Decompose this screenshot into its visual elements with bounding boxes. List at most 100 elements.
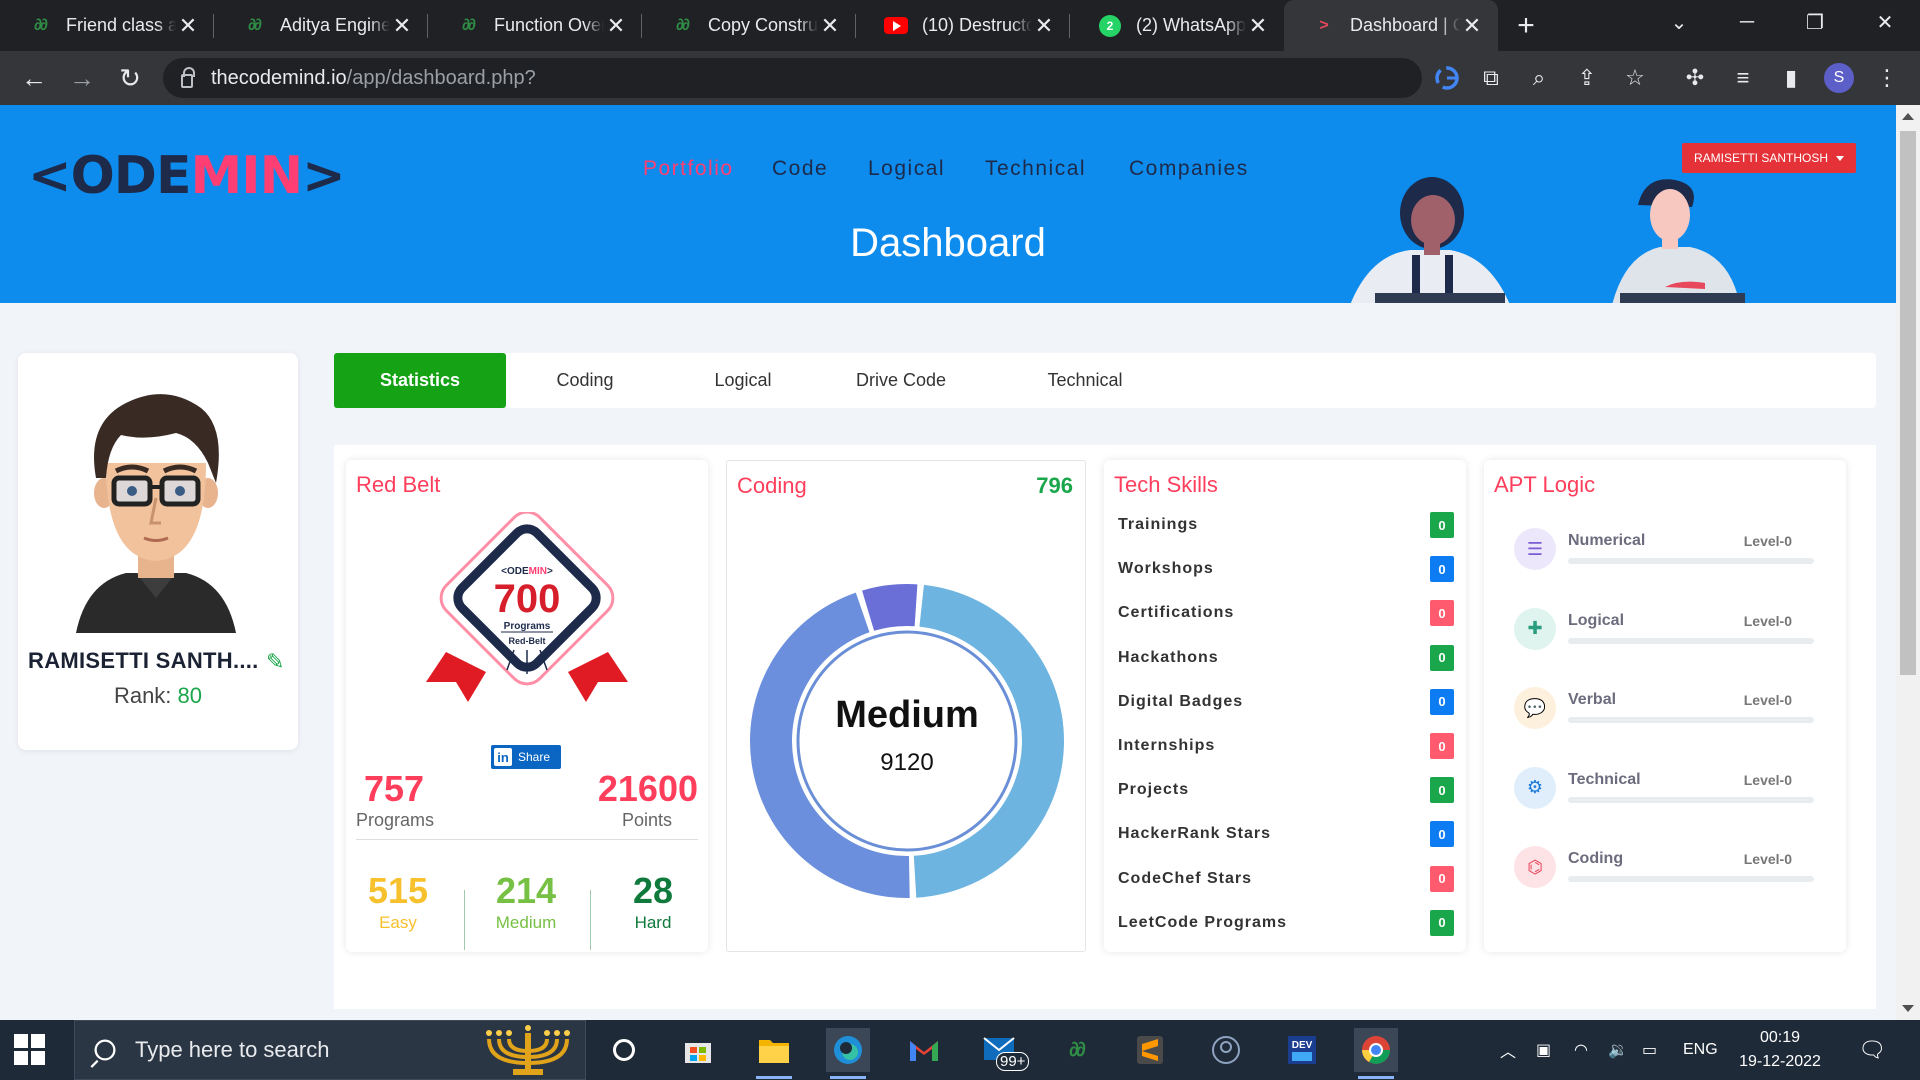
mail-icon[interactable]: 99+: [978, 1028, 1030, 1072]
edge-icon[interactable]: [826, 1028, 870, 1079]
gfg-icon: ∂∂: [34, 16, 48, 34]
scroll-down-icon[interactable]: [1902, 1005, 1914, 1012]
tech-skill-row: HackerRank Stars 0: [1118, 821, 1454, 848]
red-belt-badge: <ODEMIN> 700 Programs Red-Belt: [426, 512, 628, 702]
battery-icon[interactable]: ▭: [1642, 1020, 1657, 1080]
statistics-panel: Red Belt <ODEMIN> 700 Programs Red-Belt …: [334, 445, 1876, 1009]
google-icon[interactable]: [1435, 66, 1459, 90]
notifications-icon[interactable]: 🗨: [1858, 1020, 1886, 1080]
badge-number: 700: [494, 577, 561, 621]
language-indicator[interactable]: ENG: [1683, 1020, 1718, 1080]
media-control-icon[interactable]: ≡: [1728, 63, 1758, 93]
list-icon: ☰: [1514, 528, 1556, 570]
tech-skill-row: Hackathons 0: [1118, 644, 1454, 671]
close-tab-icon[interactable]: ✕: [176, 13, 200, 38]
bookmark-star-icon[interactable]: ☆: [1620, 63, 1650, 93]
browser-tab[interactable]: 2 (2) WhatsApp ✕: [1070, 0, 1284, 51]
apt-row[interactable]: ☰ Numerical Level-0: [1514, 528, 1814, 578]
apt-level: Level-0: [1743, 771, 1792, 788]
close-tab-icon[interactable]: ✕: [390, 13, 414, 38]
coding-score: 796: [1036, 473, 1073, 498]
close-tab-icon[interactable]: ✕: [1460, 13, 1484, 38]
browser-tab-active[interactable]: > Dashboard | Codemind ✕: [1284, 0, 1498, 51]
reload-button[interactable]: ↻: [110, 58, 150, 98]
browser-tab[interactable]: ∂∂ Aditya Engineering ✕: [214, 0, 428, 51]
address-bar[interactable]: thecodemind.io/app/dashboard.php?: [163, 58, 1459, 98]
nav-technical[interactable]: Technical: [985, 157, 1086, 181]
close-tab-icon[interactable]: ✕: [818, 13, 842, 38]
donut-center: [796, 630, 1018, 852]
browser-tab[interactable]: (10) Destructor ✕: [856, 0, 1070, 51]
dev-tool-icon[interactable]: [1204, 1028, 1248, 1072]
tech-skill-label: CodeChef Stars: [1118, 869, 1253, 887]
close-window-button[interactable]: ✕: [1856, 0, 1914, 44]
extensions-icon[interactable]: ✣: [1680, 63, 1710, 93]
page-viewport: <ODEMIN> Portfolio Code Logical Technica…: [0, 105, 1896, 1020]
tab-drive-code[interactable]: Drive Code: [822, 353, 980, 408]
minimize-button[interactable]: ─: [1718, 0, 1776, 44]
tab-coding[interactable]: Coding: [506, 353, 664, 408]
page-scrollbar[interactable]: [1896, 105, 1920, 1020]
edit-icon[interactable]: ✎: [266, 649, 290, 674]
scroll-up-icon[interactable]: [1902, 113, 1914, 120]
chrome-icon[interactable]: [1354, 1028, 1398, 1079]
taskbar-search[interactable]: Type here to search: [74, 1020, 586, 1080]
gmail-icon[interactable]: [902, 1028, 946, 1072]
scroll-thumb[interactable]: [1900, 131, 1916, 675]
tech-skills-card: Tech Skills Trainings 0 Workshops 0 Certific…: [1104, 460, 1466, 952]
apt-row[interactable]: ⚙ Technical Level-0: [1514, 766, 1814, 817]
file-explorer-icon[interactable]: [752, 1028, 796, 1079]
show-hidden-icons[interactable]: ︿: [1500, 1020, 1516, 1080]
profile-button[interactable]: S: [1824, 63, 1854, 93]
gfg-icon[interactable]: ∂∂: [1054, 1028, 1098, 1072]
tab-search-icon[interactable]: ⌄: [1650, 0, 1708, 44]
share-icon[interactable]: ⇪: [1572, 63, 1602, 93]
hard-stat: 28 Hard: [632, 870, 674, 932]
menu-icon[interactable]: ⋮: [1872, 63, 1902, 93]
zoom-icon[interactable]: ⌕: [1524, 63, 1554, 93]
coding-card: Coding 796 Medium 9120: [726, 460, 1086, 952]
sublime-text-icon[interactable]: [1128, 1028, 1172, 1072]
volume-icon[interactable]: 🔉: [1608, 1020, 1628, 1080]
dev-cpp-icon[interactable]: DEV: [1280, 1028, 1324, 1072]
linkedin-icon: in: [494, 748, 512, 766]
browser-tab[interactable]: ∂∂ Function Overloading ✕: [428, 0, 642, 51]
browser-tab[interactable]: ∂∂ Friend class and ✕: [0, 0, 214, 51]
tech-skill-label: Hackathons: [1118, 648, 1219, 666]
windows-start-button[interactable]: [14, 1034, 46, 1066]
lock-icon[interactable]: [181, 67, 195, 88]
forward-button[interactable]: →: [62, 58, 102, 98]
linkedin-share-button[interactable]: in Share: [491, 745, 561, 769]
apt-row[interactable]: ✚ Logical Level-0: [1514, 607, 1814, 658]
nav-companies[interactable]: Companies: [1129, 157, 1249, 181]
site-logo[interactable]: <ODEMIN>: [28, 146, 346, 206]
programs-label: Programs: [356, 810, 435, 830]
close-tab-icon[interactable]: ✕: [1246, 13, 1270, 38]
apt-row[interactable]: ⌬ Coding Level-0: [1514, 846, 1814, 896]
clock[interactable]: 00:19 19-12-2022: [1730, 1026, 1830, 1074]
search-icon: [94, 1039, 116, 1061]
red-belt-card: Red Belt <ODEMIN> 700 Programs Red-Belt …: [346, 460, 708, 952]
tab-statistics[interactable]: Statistics: [334, 353, 506, 408]
donut-segment[interactable]: [862, 584, 918, 631]
side-panel-icon[interactable]: ▮: [1776, 63, 1806, 93]
nav-logical[interactable]: Logical: [868, 157, 945, 181]
task-view-icon[interactable]: [602, 1028, 646, 1072]
open-in-app-icon[interactable]: ⧉: [1476, 63, 1506, 93]
close-tab-icon[interactable]: ✕: [604, 13, 628, 38]
nav-code[interactable]: Code: [772, 157, 828, 181]
back-button[interactable]: ←: [14, 58, 54, 98]
meet-now-icon[interactable]: ▣: [1536, 1020, 1551, 1080]
apt-progress-bar: [1568, 637, 1814, 644]
whatsapp-icon: 2: [1098, 14, 1122, 37]
browser-tab[interactable]: ∂∂ Copy Constructor ✕: [642, 0, 856, 51]
close-tab-icon[interactable]: ✕: [1032, 13, 1056, 38]
microsoft-store-icon[interactable]: [676, 1028, 720, 1072]
tab-logical[interactable]: Logical: [664, 353, 822, 408]
tab-technical[interactable]: Technical: [980, 353, 1190, 408]
new-tab-button[interactable]: +: [1504, 0, 1548, 51]
restore-button[interactable]: ❐: [1786, 0, 1844, 44]
nav-portfolio[interactable]: Portfolio: [643, 157, 734, 181]
apt-row[interactable]: 💬 Verbal Level-0: [1514, 687, 1814, 737]
wifi-icon[interactable]: ◠: [1574, 1020, 1588, 1080]
